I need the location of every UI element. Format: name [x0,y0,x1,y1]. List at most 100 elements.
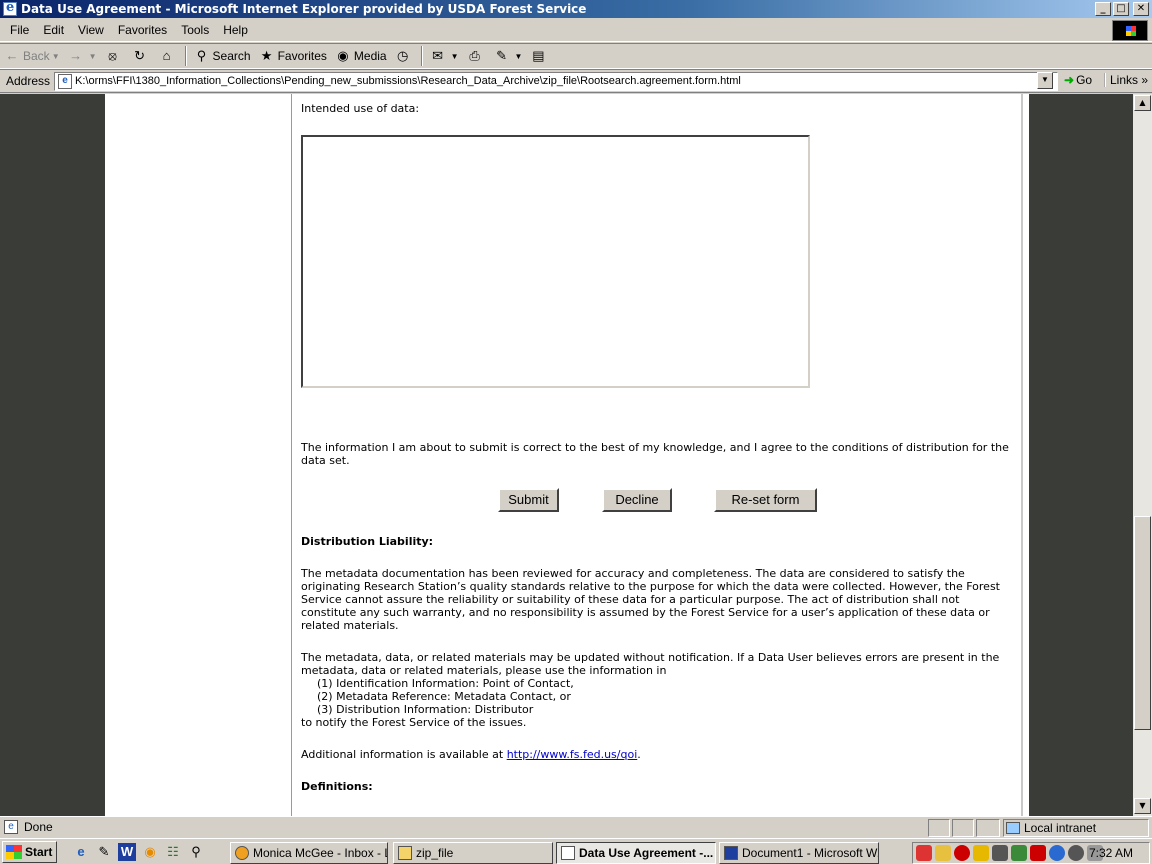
address-dropdown-button[interactable]: ▼ [1037,72,1053,89]
quicklaunch-groupwise-icon[interactable]: ◉ [141,843,159,861]
scroll-down-button[interactable]: ▼ [1134,798,1151,814]
menu-bar: File Edit View Favorites Tools Help [0,19,1152,42]
media-label: Media [353,49,387,63]
task-inbox[interactable]: Monica McGee - Inbox - L... [230,842,388,864]
task-document1[interactable]: Document1 - Microsoft W... [719,842,879,864]
reset-form-button[interactable]: Re-set form [714,488,817,512]
vertical-scrollbar[interactable]: ▲ ▼ [1133,94,1152,816]
standard-toolbar: ← Back ▼ → ▼ ⦻ ↻ ⌂ ⚲ Search ★ Favorites … [0,43,1152,69]
page-body: Intended use of data: The information I … [105,94,1029,816]
quicklaunch-search-icon[interactable]: ⚲ [187,843,205,861]
edit-dropdown-icon[interactable]: ▼ [515,52,523,61]
menu-favorites[interactable]: Favorites [111,23,174,37]
refresh-button[interactable]: ↻ [128,45,155,67]
page-right-border [1021,94,1023,816]
ie-icon [561,846,575,860]
maximize-button[interactable]: □ [1113,2,1129,16]
mail-button[interactable]: ✉ ▼ [426,45,463,67]
mail-dropdown-icon[interactable]: ▼ [451,52,459,61]
favorites-label: Favorites [277,49,327,63]
forward-dropdown-icon[interactable]: ▼ [89,52,97,61]
status-label: Done [24,820,53,834]
agreement-statement: The information I am about to submit is … [301,441,1009,467]
liability-paragraph: The metadata documentation has been revi… [301,567,1000,632]
edit-button[interactable]: ✎ ▼ [490,45,527,67]
print-button[interactable]: ⎙ [463,45,490,67]
tray-network-icon[interactable] [1011,845,1027,861]
stop-button[interactable]: ⦻ [101,45,128,67]
search-button[interactable]: ⚲ Search [190,45,255,67]
back-dropdown-icon[interactable]: ▼ [52,52,60,61]
edit-icon: ✎ [496,48,507,63]
decline-button[interactable]: Decline [602,488,672,512]
address-input[interactable]: e K:\orms\FFI\1380_Information_Collectio… [54,71,1059,91]
start-button[interactable]: Start [2,841,57,863]
forward-button[interactable]: → ▼ [64,45,101,67]
quicklaunch-network-icon[interactable]: ☷ [164,843,182,861]
back-button[interactable]: ← Back ▼ [0,45,64,67]
quicklaunch-edit-icon[interactable]: ✎ [95,843,113,861]
intranet-icon [1006,822,1020,834]
submit-button[interactable]: Submit [498,488,559,512]
discuss-button[interactable]: ▤ [526,45,553,67]
menu-tools[interactable]: Tools [174,23,216,37]
zone-label: Local intranet [1024,821,1097,835]
address-url: K:\orms\FFI\1380_Information_Collections… [75,75,741,87]
intended-use-label: Intended use of data: [301,102,420,115]
task-data-use-agreement[interactable]: Data Use Agreement -... [556,842,716,864]
tray-volume-icon[interactable] [1068,845,1084,861]
tray-alert-icon[interactable] [954,845,970,861]
menu-view[interactable]: View [71,23,111,37]
windows-logo-icon [1112,20,1148,41]
close-button[interactable]: ✕ [1133,2,1149,16]
history-icon: ◷ [396,48,409,63]
scroll-up-button[interactable]: ▲ [1134,95,1151,111]
status-pane [928,819,950,837]
tray-antivirus-icon[interactable] [916,845,932,861]
tray-flag-icon[interactable] [1030,845,1046,861]
quicklaunch-word-icon[interactable]: W [118,843,136,861]
task-label: Data Use Agreement -... [579,846,714,860]
discuss-icon: ▤ [532,48,545,63]
media-button[interactable]: ◉ Media [331,45,391,67]
minimize-button[interactable]: _ [1095,2,1111,16]
go-arrow-icon: ➜ [1064,73,1075,87]
scroll-thumb[interactable] [1134,516,1151,730]
menu-edit[interactable]: Edit [36,23,71,37]
go-button[interactable]: ➜ Go [1064,73,1092,87]
intended-use-textarea[interactable] [301,135,810,388]
window-titlebar[interactable]: Data Use Agreement - Microsoft Internet … [0,0,1152,18]
system-tray: 7:32 AM [912,842,1150,864]
status-pane [976,819,1000,837]
tray-globe-icon[interactable] [1049,845,1065,861]
home-button[interactable]: ⌂ [155,45,182,67]
contact-item: (3) Distribution Information: Distributo… [317,703,534,716]
start-label: Start [25,845,53,859]
quicklaunch-ie-icon[interactable]: e [72,843,90,861]
stop-icon: ⦻ [108,48,117,63]
links-button[interactable]: Links » [1104,73,1148,87]
tray-warning-icon[interactable] [992,845,1008,861]
windows-flag-icon [6,845,22,859]
mail-icon: ✉ [432,48,444,63]
favorites-button[interactable]: ★ Favorites [255,45,331,67]
menu-help[interactable]: Help [216,23,255,37]
status-text: e Done [4,820,53,834]
menu-file[interactable]: File [0,23,36,37]
word-icon [724,846,738,860]
back-label: Back [23,49,50,63]
qoi-link[interactable]: http://www.fs.fed.us/qoi [507,748,638,761]
status-bar: e Done Local intranet [0,816,1152,838]
page-icon: e [58,73,73,89]
links-label: Links [1110,73,1139,87]
task-label: zip_file [416,846,454,860]
status-pane [952,819,974,837]
task-zip-file[interactable]: zip_file [393,842,553,864]
definitions-heading: Definitions: [301,780,373,793]
history-button[interactable]: ◷ [391,45,418,67]
tray-tool-icon[interactable] [973,845,989,861]
taskbar: Start e ✎ W ◉ ☷ ⚲ Monica McGee - Inbox -… [0,838,1152,864]
tray-notes-icon[interactable] [935,845,951,861]
additional-info: Additional information is available at h… [301,748,641,761]
update-notice-outro: to notify the Forest Service of the issu… [301,716,527,729]
